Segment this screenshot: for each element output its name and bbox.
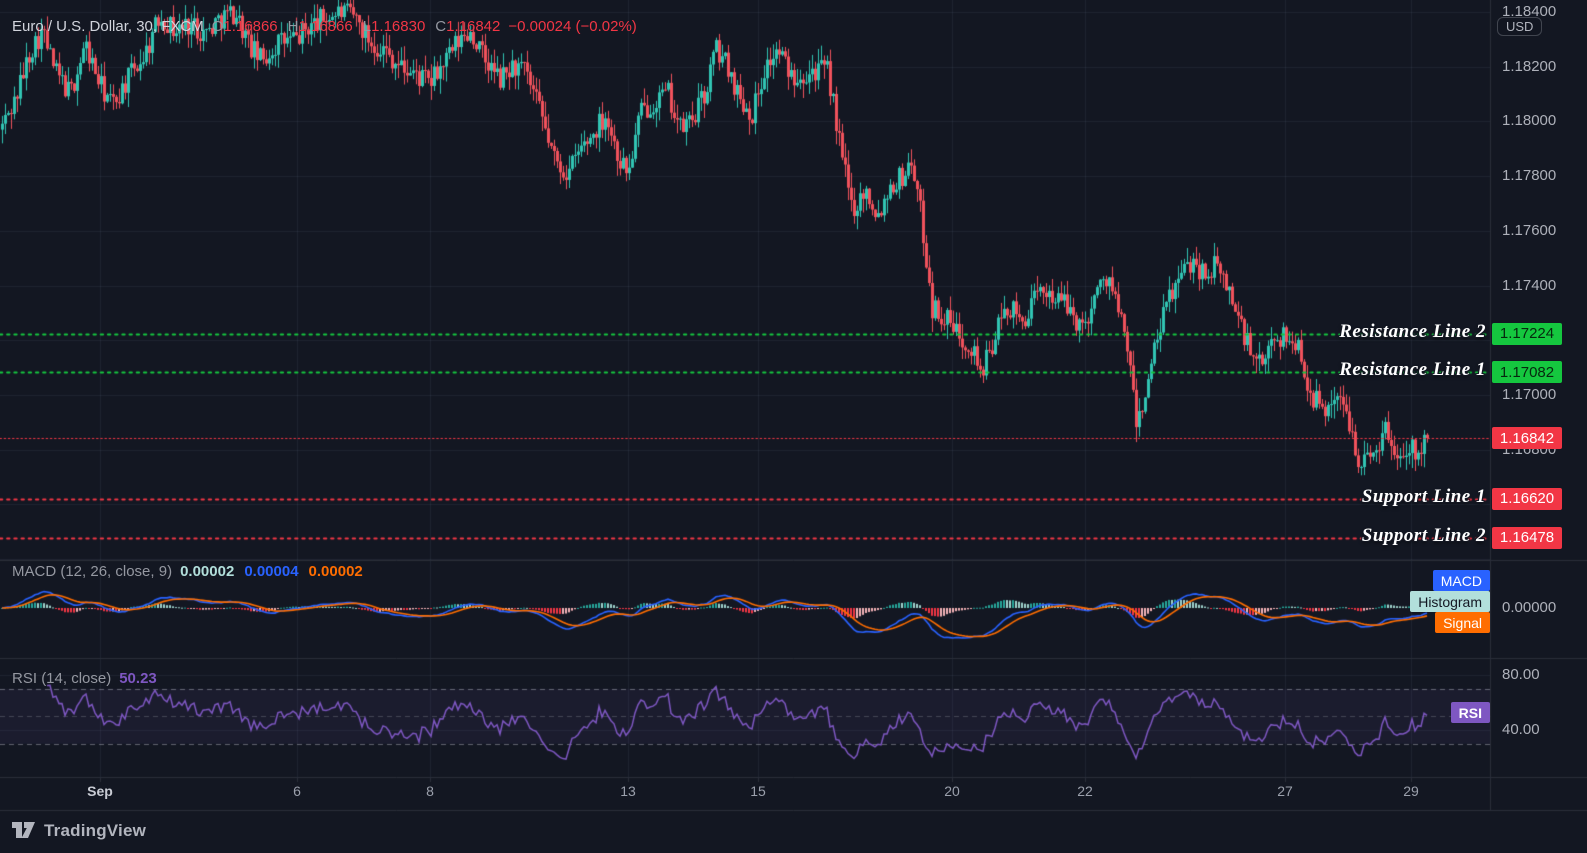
ohlc-item: O1.16866 bbox=[211, 18, 278, 35]
rsi-value: 50.23 bbox=[119, 670, 157, 687]
price-tick-label: 1.17600 bbox=[1502, 221, 1557, 239]
rsi-indicator-title[interactable]: RSI (14, close) bbox=[12, 670, 111, 687]
currency-toggle-button[interactable]: USD bbox=[1497, 17, 1543, 36]
price-tick-label: 1.17400 bbox=[1502, 276, 1557, 294]
macd-indicator-title[interactable]: MACD (12, 26, close, 9) bbox=[12, 563, 172, 580]
macd-pane-badge-signal: Signal bbox=[1435, 612, 1490, 633]
macd-legend: MACD (12, 26, close, 9) 0.00002 0.00004 0.… bbox=[12, 563, 363, 580]
macd-value-macd: 0.00004 bbox=[244, 563, 299, 580]
time-tick-label-13: 13 bbox=[620, 783, 636, 799]
change-readout: −0.00024 (−0.02%) bbox=[508, 18, 637, 35]
time-tick-label-15: 15 bbox=[750, 783, 766, 799]
level-price-badge-support-1: 1.16620 bbox=[1492, 487, 1562, 510]
macd-value-histogram: 0.00002 bbox=[180, 563, 235, 580]
tradingview-chart-window: Euro / U.S. Dollar, 30, FXCM O1.16866 H1.… bbox=[0, 0, 1587, 853]
symbol-title[interactable]: Euro / U.S. Dollar, 30, FXCM bbox=[12, 18, 204, 35]
price-axis[interactable]: 1.18400 1.18200 1.18000 1.17800 1.17600 1.174… bbox=[1490, 0, 1587, 777]
current-price-badge: 1.16842 bbox=[1492, 427, 1562, 450]
time-tick-label-27: 27 bbox=[1277, 783, 1293, 799]
macd-values: 0.00002 0.00004 0.00002 bbox=[180, 563, 363, 580]
level-price-badge-support-2: 1.16478 bbox=[1492, 526, 1562, 549]
time-tick-label-6: 6 bbox=[293, 783, 301, 799]
macd-value-signal: 0.00002 bbox=[308, 563, 363, 580]
level-label-resistance-1[interactable]: Resistance Line 1 bbox=[1339, 359, 1486, 381]
time-tick-label-22: 22 bbox=[1077, 783, 1093, 799]
ohlc-item: H1.16866 bbox=[287, 18, 353, 35]
price-tick-label: 1.18000 bbox=[1502, 112, 1557, 130]
chart-canvas[interactable] bbox=[0, 0, 1587, 853]
level-price-badge-resistance-1: 1.17082 bbox=[1492, 361, 1562, 384]
time-tick-label-20: 20 bbox=[944, 783, 960, 799]
rsi-axis-label: 80.00 bbox=[1502, 666, 1540, 683]
price-tick-label: 1.17800 bbox=[1502, 167, 1557, 185]
level-label-support-2[interactable]: Support Line 2 bbox=[1362, 525, 1486, 547]
macd-pane-badge-histogram: Histogram bbox=[1410, 591, 1490, 612]
ohlc-item: L1.16830 bbox=[362, 18, 426, 35]
price-tick-label: 1.17000 bbox=[1502, 385, 1557, 403]
rsi-legend: RSI (14, close) 50.23 bbox=[12, 670, 157, 687]
level-label-support-1[interactable]: Support Line 1 bbox=[1362, 486, 1486, 508]
time-tick-label-8: 8 bbox=[426, 783, 434, 799]
tradingview-logo-text: TradingView bbox=[44, 820, 147, 840]
time-tick-label-29: 29 bbox=[1403, 783, 1419, 799]
rsi-axis-label: 40.00 bbox=[1502, 721, 1540, 738]
level-price-badge-resistance-2: 1.17224 bbox=[1492, 322, 1562, 345]
macd-axis-label: 0.00000 bbox=[1502, 599, 1557, 616]
main-legend: Euro / U.S. Dollar, 30, FXCM O1.16866 H1.… bbox=[12, 18, 637, 35]
ohlc-item: C1.16842 bbox=[435, 18, 501, 35]
tradingview-logo-icon bbox=[12, 822, 35, 838]
tradingview-logo[interactable]: TradingView bbox=[12, 820, 146, 841]
rsi-pane-badge: RSI bbox=[1450, 702, 1490, 723]
time-axis[interactable] bbox=[0, 777, 1490, 810]
time-tick-label-sep: Sep bbox=[87, 783, 113, 799]
ohlc-readout: O1.16866 H1.16866 L1.16830 C1.16842 bbox=[212, 18, 501, 35]
level-label-resistance-2[interactable]: Resistance Line 2 bbox=[1339, 321, 1486, 343]
price-tick-label: 1.18200 bbox=[1502, 57, 1557, 75]
macd-pane-badge-macd: MACD bbox=[1432, 570, 1490, 591]
